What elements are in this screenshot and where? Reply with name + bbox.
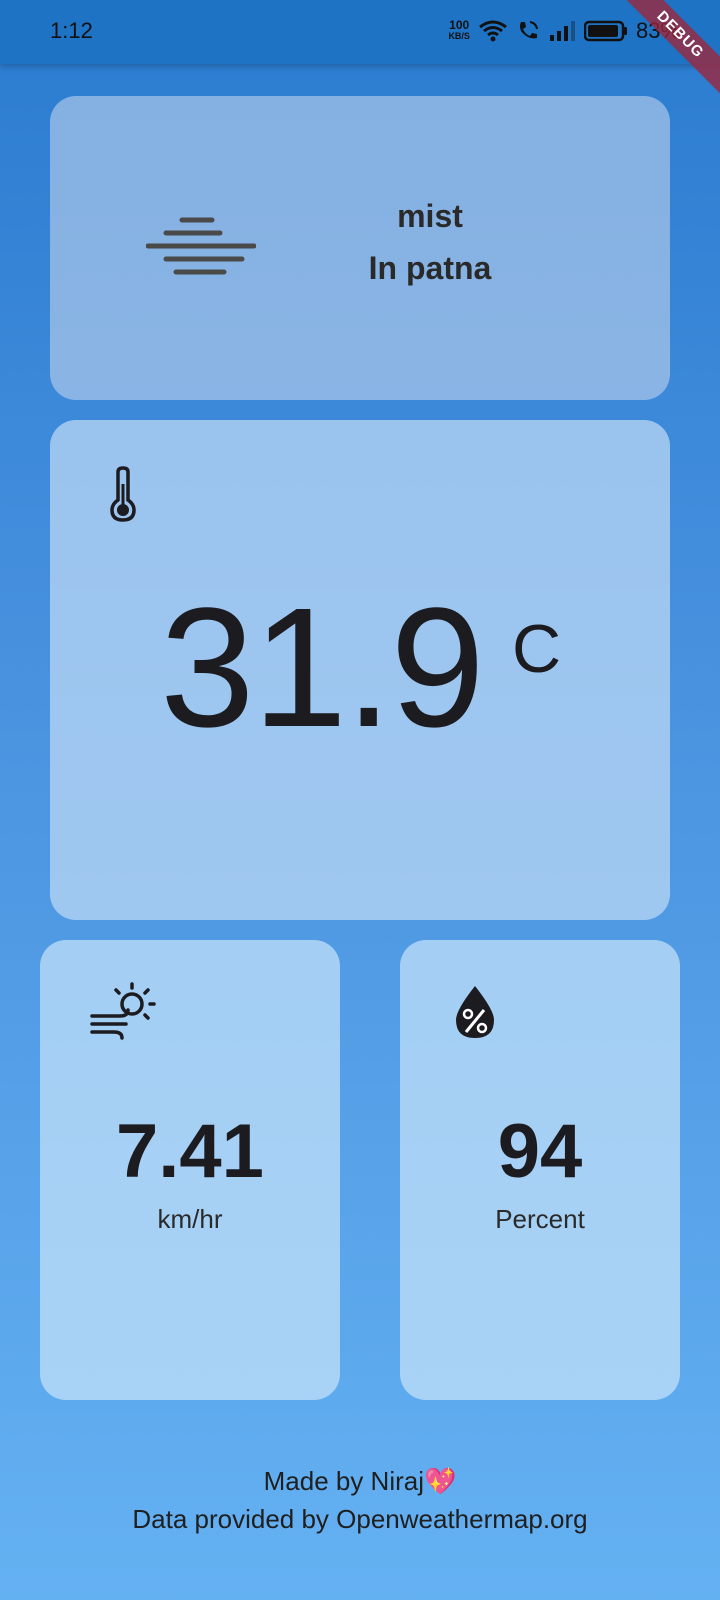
wind-speed-value: 7.41 bbox=[116, 1109, 264, 1194]
wifi-icon bbox=[479, 20, 507, 42]
city-name: In patna bbox=[368, 250, 492, 286]
temperature-value: 31.9 bbox=[160, 573, 485, 763]
debug-banner: DEBUG bbox=[614, 0, 720, 101]
wind-icon bbox=[90, 982, 156, 1040]
made-by-line: Made by Niraj💖 bbox=[0, 1462, 720, 1500]
network-speed-value: 100 bbox=[449, 18, 470, 32]
humidity-card: 94 Percent bbox=[400, 940, 680, 1400]
mist-icon bbox=[146, 217, 256, 275]
status-bar: 1:12 100 KB/S 83% DEBUG bbox=[0, 0, 720, 101]
humidity-unit: Percent bbox=[495, 1204, 585, 1234]
weather-condition: mist bbox=[397, 198, 463, 234]
thermometer-icon bbox=[110, 466, 136, 522]
signal-icon bbox=[549, 21, 575, 41]
wind-speed-unit: km/hr bbox=[157, 1204, 223, 1234]
status-icons: 100 KB/S 83% bbox=[448, 18, 680, 44]
made-by-text: Made by Niraj bbox=[263, 1466, 425, 1496]
network-speed-unit: KB/S bbox=[448, 31, 470, 41]
humidity-value: 94 bbox=[497, 1109, 583, 1194]
wind-card: 7.41 km/hr bbox=[40, 940, 340, 1400]
temperature-card: 31.9 C bbox=[50, 420, 670, 920]
network-speed: 100 KB/S bbox=[448, 18, 470, 42]
humidity-icon bbox=[456, 986, 494, 1038]
status-time: 1:12 bbox=[50, 18, 93, 43]
temperature-unit: C bbox=[512, 611, 562, 687]
footer: Made by Niraj💖 Data provided by Openweat… bbox=[0, 1462, 720, 1538]
data-credit: Data provided by Openweathermap.org bbox=[132, 1504, 588, 1534]
condition-card: mist In patna bbox=[50, 96, 670, 400]
call-icon bbox=[519, 21, 538, 39]
battery-icon bbox=[583, 20, 627, 42]
heart-emoji: 💖 bbox=[424, 1466, 457, 1496]
